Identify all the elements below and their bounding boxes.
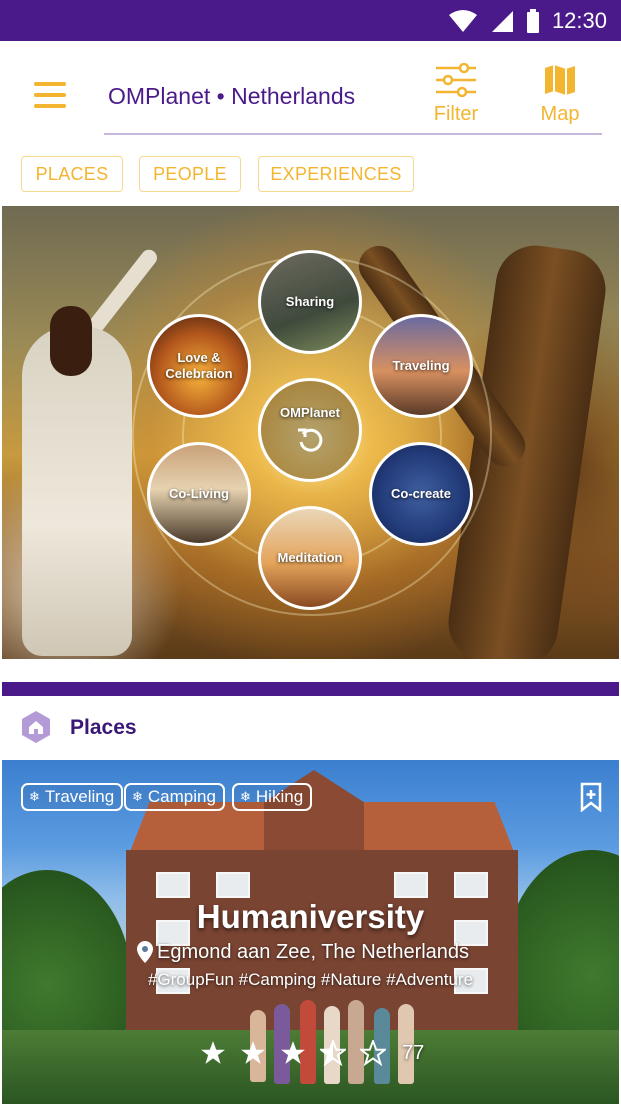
- bookmark-add-icon[interactable]: [580, 782, 602, 812]
- rating-count: 77: [402, 1041, 425, 1064]
- place-title: Humaniversity: [196, 898, 425, 935]
- window: [394, 872, 428, 898]
- menu-icon-bar: [34, 104, 66, 108]
- menu-button[interactable]: [34, 82, 72, 110]
- bubble-meditation-label: Meditation: [277, 550, 343, 565]
- map-icon: [545, 65, 575, 95]
- bubble-traveling[interactable]: Traveling: [369, 314, 473, 418]
- app-title: OMPlanet • Netherlands: [108, 83, 356, 109]
- window: [156, 872, 190, 898]
- tag-label: Hiking: [255, 787, 304, 806]
- place-card[interactable]: ❄ Traveling ❄ Camping ❄ Hiking Humaniver…: [2, 760, 619, 1104]
- status-time: 12:30: [551, 7, 607, 33]
- bubble-traveling-label: Traveling: [392, 358, 450, 373]
- bubble-cocreate-label: Co-create: [391, 486, 451, 501]
- menu-icon-bar: [34, 93, 66, 97]
- status-bar: 12:30: [0, 0, 621, 41]
- cellular-signal-icon: [491, 10, 513, 32]
- location-pin-icon: [137, 941, 153, 963]
- bubble-sharing[interactable]: Sharing: [258, 250, 362, 354]
- bubble-love-label: Love &: [177, 350, 221, 365]
- wifi-icon: [448, 9, 477, 32]
- map-label: Map: [540, 103, 580, 125]
- category-chips: PLACES PEOPLE EXPERIENCES: [0, 141, 621, 205]
- star-full-icon: [241, 1041, 265, 1064]
- bubble-co-create[interactable]: Co-create: [369, 442, 473, 546]
- figure-hair: [50, 306, 92, 376]
- center-label: OMPlanet: [280, 405, 340, 420]
- hero-banner: Sharing Love & Celebraion Traveling OMPl…: [2, 206, 619, 659]
- figure-dress: [22, 326, 132, 656]
- status-icons: 12:30: [448, 0, 607, 41]
- window: [454, 872, 488, 898]
- filter-label: Filter: [433, 103, 479, 125]
- title-underline: [104, 133, 602, 135]
- tag-traveling[interactable]: ❄ Traveling: [21, 783, 124, 811]
- chip-places[interactable]: PLACES: [21, 156, 123, 192]
- map-button[interactable]: Map: [531, 63, 589, 126]
- battery-icon: [526, 8, 539, 33]
- sliders-icon: [436, 63, 476, 97]
- snowflake-icon: ❄: [240, 789, 251, 804]
- filter-button[interactable]: Filter: [426, 63, 486, 126]
- star-full-icon: [201, 1041, 225, 1064]
- snowflake-icon: ❄: [29, 789, 40, 804]
- section-divider: [2, 682, 619, 696]
- place-location: Egmond aan Zee, The Netherlands: [136, 940, 469, 964]
- places-section-header: Places: [0, 696, 621, 760]
- star-empty-icon: [360, 1040, 386, 1066]
- window: [216, 872, 250, 898]
- star-rating: 77: [200, 1040, 424, 1066]
- place-hashtags: #GroupFun #Camping #Nature #Adventure: [147, 970, 474, 989]
- tag-label: Camping: [147, 787, 216, 806]
- location-text: Egmond aan Zee, The Netherlands: [157, 940, 470, 963]
- menu-icon: [34, 82, 66, 86]
- tag-label: Traveling: [44, 787, 115, 806]
- bubble-meditation[interactable]: Meditation: [258, 506, 362, 610]
- bubble-love-celebration[interactable]: Love & Celebraion: [147, 314, 251, 418]
- bubble-co-living[interactable]: Co-Living: [147, 442, 251, 546]
- star-full-icon: [281, 1041, 305, 1064]
- bubble-celebration-label: Celebraion: [165, 366, 233, 381]
- star-half-icon: [320, 1040, 346, 1066]
- refresh-icon: [298, 428, 323, 452]
- home-hexagon-icon: [22, 711, 50, 743]
- bubble-coliving-label: Co-Living: [169, 486, 229, 501]
- bubble-sharing-label: Sharing: [285, 294, 335, 309]
- chip-experiences[interactable]: EXPERIENCES: [258, 156, 414, 192]
- chip-people[interactable]: PEOPLE: [139, 156, 241, 192]
- section-title: Places: [70, 716, 137, 739]
- tag-camping[interactable]: ❄ Camping: [124, 783, 225, 811]
- bubble-omplanet-center[interactable]: OMPlanet: [258, 378, 362, 482]
- app-toolbar: OMPlanet • Netherlands Filter Map: [0, 41, 621, 141]
- snowflake-icon: ❄: [132, 789, 143, 804]
- tag-hiking[interactable]: ❄ Hiking: [232, 783, 313, 811]
